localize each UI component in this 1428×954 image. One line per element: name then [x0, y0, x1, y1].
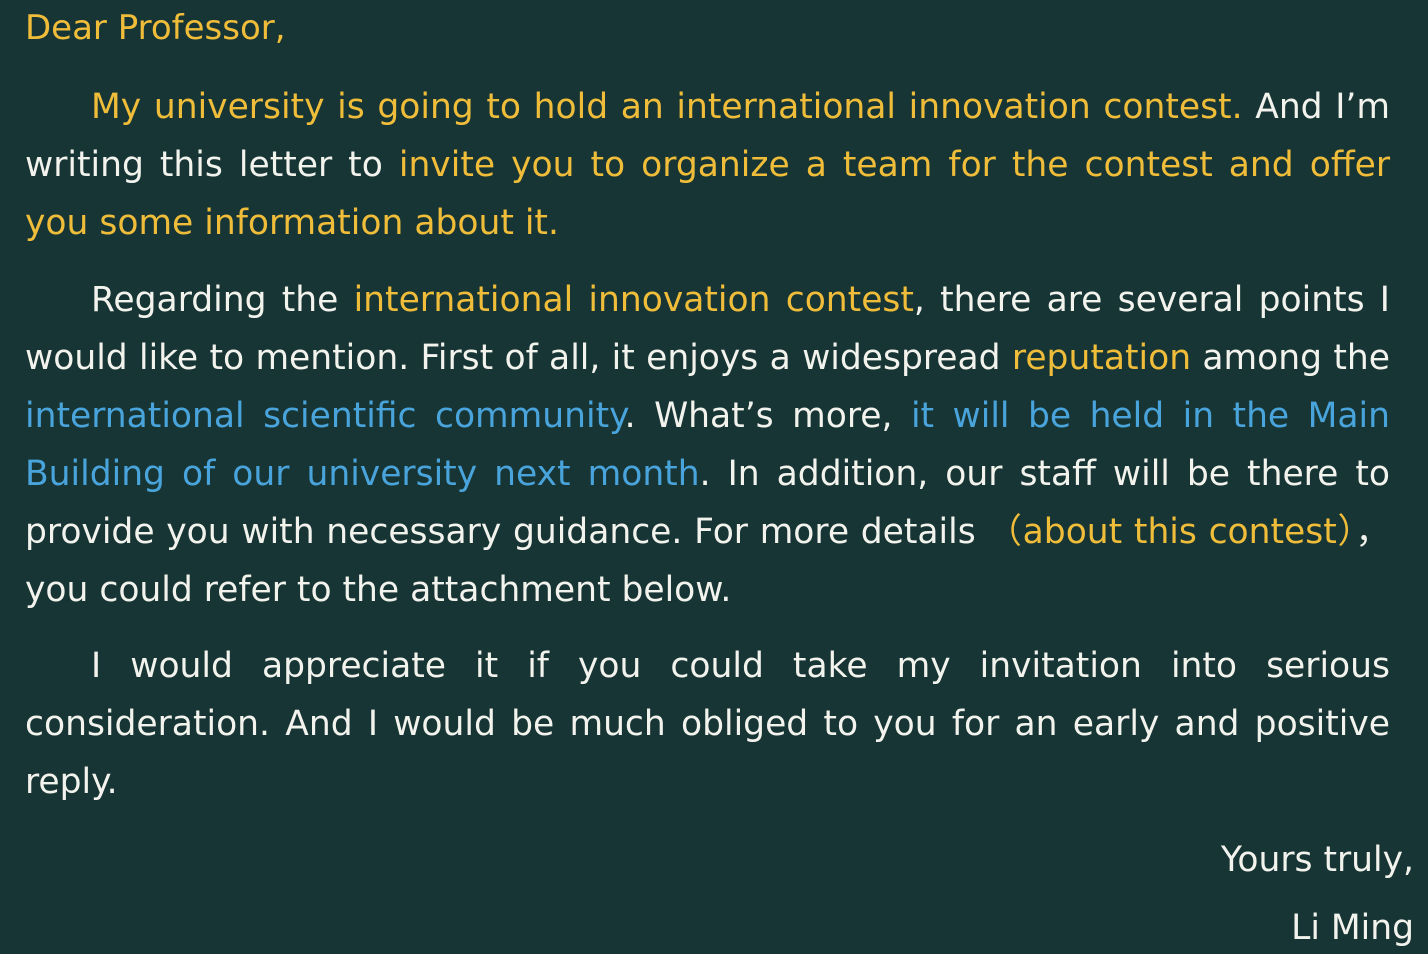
paragraph-segment: I would appreciate it if you could take … [25, 646, 1390, 802]
paragraph-details: Regarding the international innovation c… [25, 271, 1390, 619]
paragraph-closing-request: I would appreciate it if you could take … [25, 637, 1390, 811]
paragraph-segment: . What’s more, [624, 396, 911, 436]
paragraph-segment: among the [1191, 338, 1390, 378]
paragraph-segment: international scientific community [25, 396, 625, 436]
paragraph-segment: My university is going to hold an intern… [91, 87, 1243, 127]
salutation: Dear Professor, [25, 8, 286, 48]
paragraph-segment: international innovation contest [353, 280, 914, 320]
paragraph-invitation: My university is going to hold an intern… [25, 78, 1390, 252]
closing-phrase: Yours truly, [1220, 840, 1414, 880]
paragraph-segment: （about this contest） [987, 512, 1356, 552]
paragraph-segment: Regarding the [91, 280, 354, 320]
letter-page: Dear Professor, My university is going t… [0, 0, 1428, 954]
paragraph-segment: reputation [1011, 338, 1192, 378]
signature: Li Ming [1291, 908, 1414, 948]
